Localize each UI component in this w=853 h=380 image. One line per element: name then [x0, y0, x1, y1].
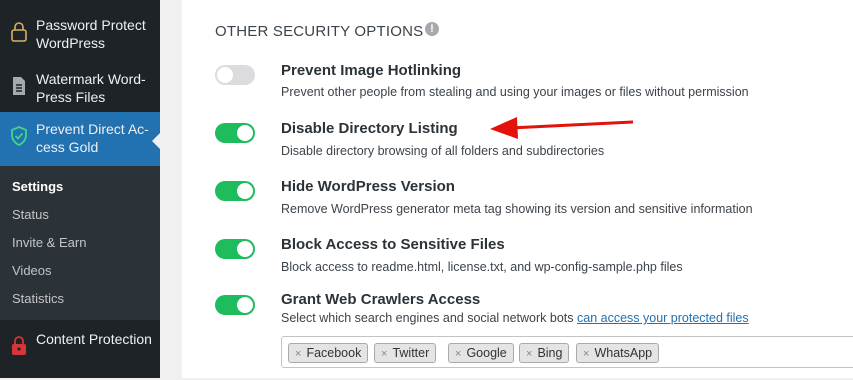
- tag-label: WhatsApp: [594, 346, 653, 360]
- toggle-disable-directory-listing[interactable]: [215, 123, 255, 143]
- option-description: Prevent other people from stealing and u…: [281, 85, 749, 99]
- submenu-statistics[interactable]: Statistics: [12, 290, 64, 308]
- remove-tag-icon[interactable]: ×: [295, 348, 301, 360]
- tag-label: Facebook: [306, 346, 362, 360]
- option-title: Prevent Image Hotlinking: [281, 62, 462, 79]
- submenu-status[interactable]: Status: [12, 206, 49, 224]
- sidebar-submenu: Settings Status Invite & Earn Videos Sta…: [0, 166, 160, 320]
- crawler-tags-input[interactable]: × Facebook × Twitter × Google × Bing × WhatsA…: [281, 336, 853, 368]
- toggle-grant-web-crawlers[interactable]: [215, 295, 255, 315]
- remove-tag-icon[interactable]: ×: [583, 348, 589, 360]
- option-title: Disable Directory Listing: [281, 120, 458, 137]
- sidebar-item-label: Watermark Word-Press Files: [36, 71, 146, 105]
- tag-label: Google: [466, 346, 507, 360]
- tag-label: Twitter: [392, 346, 430, 360]
- sidebar-item-label: Password Protect WordPress: [36, 17, 146, 51]
- sidebar-item-content-protection[interactable]: Content Protection: [0, 322, 160, 380]
- tag-whatsapp: × WhatsApp: [576, 343, 660, 363]
- tag-label: Bing: [537, 346, 563, 360]
- option-title: Grant Web Crawlers Access: [281, 291, 481, 308]
- remove-tag-icon[interactable]: ×: [381, 348, 387, 360]
- admin-sidebar: Password Protect WordPress Watermark Wor…: [0, 0, 160, 378]
- sidebar-item-prevent-direct-access[interactable]: Prevent Direct Ac-cess Gold: [0, 112, 160, 170]
- option-title: Hide WordPress Version: [281, 178, 455, 195]
- section-title: OTHER SECURITY OPTIONS: [215, 23, 424, 40]
- option-description: Disable directory browsing of all folder…: [281, 144, 605, 158]
- toggle-block-sensitive-files[interactable]: [215, 239, 255, 259]
- content-gutter: [160, 0, 182, 378]
- tag-google: × Google: [448, 343, 514, 363]
- sidebar-item-label: Content Protection: [36, 331, 152, 347]
- tag-twitter: × Twitter: [374, 343, 437, 363]
- lock-icon: [10, 22, 28, 42]
- lock-icon: [10, 336, 28, 356]
- submenu-invite-earn[interactable]: Invite & Earn: [12, 234, 86, 252]
- toggle-prevent-image-hotlinking[interactable]: [215, 65, 255, 85]
- remove-tag-icon[interactable]: ×: [455, 348, 461, 360]
- sidebar-item-label: Prevent Direct Ac-cess Gold: [36, 121, 149, 155]
- option-description: Block access to readme.html, license.txt…: [281, 260, 683, 274]
- option-title: Block Access to Sensitive Files: [281, 236, 505, 253]
- document-icon: [10, 76, 28, 96]
- protected-files-link[interactable]: can access your protected files: [577, 311, 749, 325]
- submenu-videos[interactable]: Videos: [12, 262, 52, 280]
- submenu-settings[interactable]: Settings: [12, 178, 63, 196]
- settings-panel: OTHER SECURITY OPTIONS ! Prevent Image H…: [182, 0, 853, 378]
- sidebar-item-password-protect[interactable]: Password Protect WordPress: [0, 8, 160, 66]
- tag-bing: × Bing: [519, 343, 570, 363]
- tag-facebook: × Facebook: [288, 343, 369, 363]
- option-description: Remove WordPress generator meta tag show…: [281, 202, 753, 216]
- toggle-hide-wordpress-version[interactable]: [215, 181, 255, 201]
- option-description: Select which search engines and social n…: [281, 311, 749, 325]
- info-icon[interactable]: !: [425, 22, 439, 36]
- shield-icon: [10, 126, 28, 147]
- remove-tag-icon[interactable]: ×: [526, 348, 532, 360]
- option-description-text: Select which search engines and social n…: [281, 311, 577, 325]
